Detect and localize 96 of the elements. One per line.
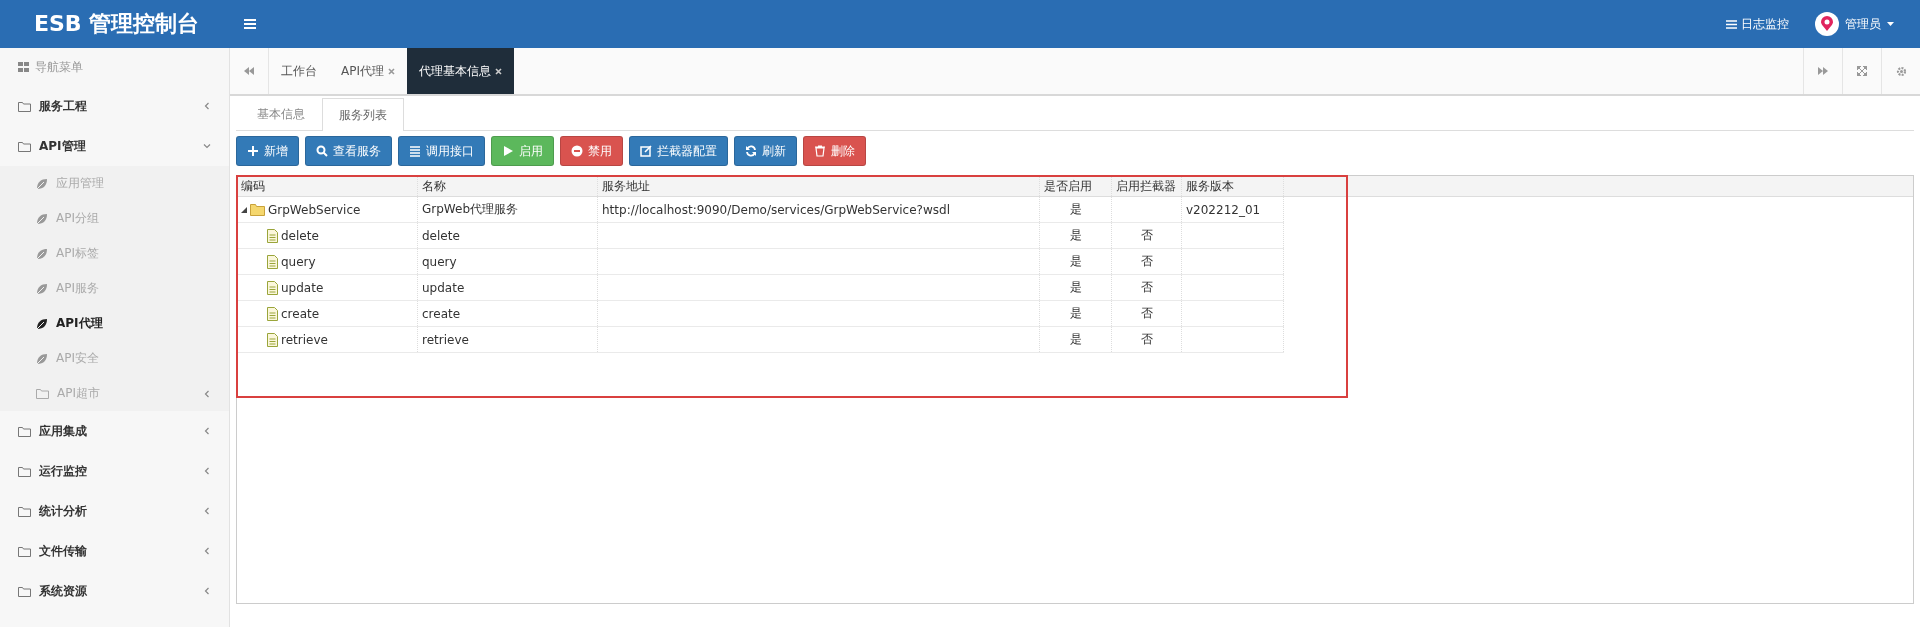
section-tab[interactable]: 服务列表 (322, 98, 404, 131)
folder-icon (250, 203, 265, 216)
play-icon (502, 145, 514, 157)
grid-icon (18, 62, 29, 72)
document-icon (267, 306, 278, 321)
table-cell: query (422, 254, 457, 269)
menu-icon[interactable] (244, 19, 256, 29)
folder-icon (18, 465, 31, 477)
column-header: 启用拦截器 (1116, 177, 1176, 195)
leaf-icon (36, 282, 48, 295)
table-cell: 是 (1069, 201, 1082, 218)
column-header: 服务地址 (602, 177, 650, 195)
expand-arrows-icon (1857, 66, 1867, 76)
toolbar-button[interactable]: 删除 (803, 136, 866, 166)
folder-icon (18, 425, 31, 437)
column-header: 编码 (241, 177, 265, 195)
toolbar-button[interactable]: 查看服务 (305, 136, 392, 166)
trash-icon (814, 145, 826, 157)
nav-item[interactable]: API代理 (0, 306, 229, 341)
nav-title: 导航菜单 (35, 58, 83, 76)
column-header: 名称 (422, 177, 446, 195)
search-icon (316, 145, 328, 157)
table-cell: 否 (1140, 279, 1153, 296)
toolbar-button[interactable]: 新增 (236, 136, 299, 166)
folder-icon (18, 545, 31, 557)
table-cell: GrpWebService (268, 202, 361, 217)
toolbar-button[interactable]: 刷新 (734, 136, 797, 166)
folder-icon (18, 140, 31, 152)
table-cell: update (281, 280, 324, 295)
leaf-icon (36, 352, 48, 365)
toolbar-button[interactable]: 调用接口 (398, 136, 485, 166)
nav-group[interactable]: 服务工程 (0, 86, 229, 126)
leaf-icon (36, 247, 48, 260)
table-cell: update (422, 280, 465, 295)
table-cell: 是 (1069, 305, 1082, 322)
folder-icon (18, 585, 31, 597)
table-cell: 是 (1069, 331, 1082, 348)
document-icon (267, 280, 278, 295)
table-cell: GrpWeb代理服务 (422, 201, 518, 218)
refresh-icon (745, 145, 757, 157)
table-cell: 是 (1069, 253, 1082, 270)
table-cell: 否 (1140, 253, 1153, 270)
list-icon (1726, 19, 1737, 29)
table-cell: create (281, 306, 320, 321)
double-left-icon (244, 67, 254, 75)
plus-icon (247, 145, 259, 157)
column-header: 是否启用 (1044, 177, 1092, 195)
page-tab[interactable]: 代理基本信息 (407, 48, 514, 94)
user-menu[interactable]: 管理员 (1815, 12, 1894, 36)
table-cell: http://localhost:9090/Demo/services/GrpWebService?wsdl (602, 202, 950, 217)
table-cell: retrieve (281, 332, 328, 347)
table-cell: 是 (1069, 227, 1082, 244)
chevron-icon (203, 389, 211, 398)
nav-group[interactable]: 应用集成 (0, 411, 229, 451)
table-cell: retrieve (422, 332, 469, 347)
table-cell: 否 (1140, 331, 1153, 348)
folder-icon (18, 100, 31, 112)
expand-triangle-icon[interactable] (241, 206, 247, 213)
table-cell: 否 (1140, 227, 1153, 244)
section-tab[interactable]: 基本信息 (240, 98, 322, 130)
column-header: 服务版本 (1186, 177, 1234, 195)
app-title: ESB 管理控制台 (33, 10, 201, 38)
toolbar-button[interactable]: 拦截器配置 (629, 136, 728, 166)
nav-group[interactable]: 统计分析 (0, 491, 229, 531)
page-tab[interactable]: 工作台 (269, 48, 329, 94)
leaf-icon (36, 212, 48, 225)
list-icon (409, 145, 421, 157)
toolbar-button[interactable]: 禁用 (560, 136, 623, 166)
leaf-icon (36, 317, 48, 330)
nav-group[interactable]: API管理 (0, 126, 229, 166)
table-cell: create (422, 306, 461, 321)
table-cell: query (281, 254, 316, 269)
folder-icon (36, 388, 49, 399)
caret-icon (1887, 22, 1894, 26)
nav-group[interactable]: 运行监控 (0, 451, 229, 491)
nav-group[interactable]: 系统资源 (0, 571, 229, 611)
avatar-icon (1815, 12, 1839, 36)
double-right-icon (1818, 67, 1828, 75)
leaf-icon (36, 177, 48, 190)
edit-icon (640, 145, 652, 157)
document-icon (267, 254, 278, 269)
document-icon (267, 332, 278, 347)
document-icon (267, 228, 278, 243)
table-cell: v202212_01 (1186, 202, 1261, 217)
log-monitor-link[interactable]: 日志监控 (1726, 15, 1789, 33)
table-cell: delete (281, 228, 319, 243)
close-icon[interactable] (495, 67, 502, 75)
folder-icon (18, 505, 31, 517)
page-tab[interactable]: API代理 (329, 48, 407, 94)
settings-icon (1895, 65, 1907, 77)
table-cell: delete (422, 228, 460, 243)
toolbar-button[interactable]: 启用 (491, 136, 554, 166)
minus-icon (571, 145, 583, 157)
nav-group[interactable]: 文件传输 (0, 531, 229, 571)
table-cell: 是 (1069, 279, 1082, 296)
table-cell: 否 (1140, 305, 1153, 322)
